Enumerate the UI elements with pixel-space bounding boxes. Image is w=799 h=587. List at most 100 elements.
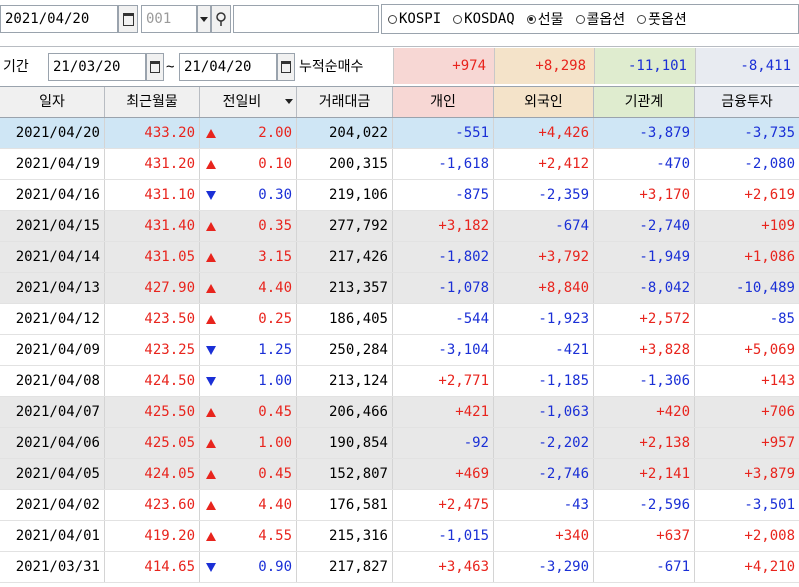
cell-foreign: -1,185 [494, 366, 594, 396]
market-radio-2[interactable]: 선물 [526, 9, 564, 29]
radio-dot-icon[interactable] [526, 14, 536, 24]
table-row[interactable]: 2021/04/09 423.25 1.25 250,284 -3,104 -421 +3,… [0, 335, 799, 366]
radio-dot-icon[interactable] [575, 14, 585, 24]
cell-date: 2021/04/14 [0, 242, 105, 272]
cell-foreign: -1,923 [494, 304, 594, 334]
col-institution-header[interactable]: 기관계 [594, 87, 695, 117]
cell-finance: +109 [761, 218, 795, 234]
cell-finance: +3,879 [744, 466, 795, 482]
change-value: 0.10 [258, 156, 292, 172]
cell-change: 1.00 [200, 366, 297, 396]
up-triangle-icon [206, 500, 216, 510]
cell-date: 2021/04/12 [0, 304, 105, 334]
cell-institution: -3,879 [594, 118, 695, 148]
cell-institution: -470 [594, 149, 695, 179]
from-calendar-button[interactable] [146, 53, 164, 81]
cell-individual: -551 [393, 118, 494, 148]
change-value: 0.45 [258, 404, 292, 420]
sum-individual: +974 [393, 48, 494, 84]
table-row[interactable]: 2021/04/05 424.05 0.45 152,807 +469 -2,746 +2,… [0, 459, 799, 490]
table-row[interactable]: 2021/03/31 414.65 0.90 217,827 +3,463 -3,290-… [0, 552, 799, 583]
change-value: 3.15 [258, 249, 292, 265]
cell-price: 423.60 [105, 490, 200, 520]
up-triangle-icon [206, 159, 216, 169]
col-individual-header[interactable]: 개인 [393, 87, 494, 117]
divider [0, 46, 799, 47]
col-foreign-header[interactable]: 외국인 [494, 87, 594, 117]
period-from-input[interactable]: 21/03/20 [48, 53, 146, 81]
col-change-header[interactable]: 전일비 [200, 87, 297, 117]
market-radio-label: 콜옵션 [586, 12, 626, 28]
up-triangle-icon [206, 469, 216, 479]
sum-institution: -11,101 [594, 48, 695, 84]
cell-finance: +143 [761, 373, 795, 389]
search-button[interactable] [211, 5, 231, 33]
market-radio-label: 풋옵션 [648, 12, 687, 28]
table-body: 2021/04/20 433.20 2.00 204,022 -551 +4,426 -3,… [0, 118, 799, 583]
search-input[interactable] [233, 5, 379, 33]
table-row[interactable]: 2021/04/20 433.20 2.00 204,022 -551 +4,426 -3,… [0, 118, 799, 149]
radio-dot-icon[interactable] [637, 14, 647, 24]
cell-price: 423.25 [105, 335, 200, 365]
market-radio-label: 선물 [537, 12, 564, 28]
cell-volume: 215,316 [297, 521, 393, 551]
table-row[interactable]: 2021/04/07 425.50 0.45 206,466 +421 -1,063 +42… [0, 397, 799, 428]
cell-institution: -8,042 [594, 273, 695, 303]
col-date-header[interactable]: 일자 [0, 87, 105, 117]
cell-date: 2021/04/15 [0, 211, 105, 241]
cell-change: 0.25 [200, 304, 297, 334]
table-row[interactable]: 2021/04/16 431.10 0.30 219,106 -875 -2,359 +3,… [0, 180, 799, 211]
cell-institution: +420 [594, 397, 695, 427]
cell-date: 2021/04/07 [0, 397, 105, 427]
cell-finance: -85 [769, 311, 795, 327]
code-dropdown-button[interactable] [197, 5, 211, 33]
table-row[interactable]: 2021/04/14 431.05 3.15 217,426 -1,802 +3,792-… [0, 242, 799, 273]
cell-volume: 204,022 [297, 118, 393, 148]
table-row[interactable]: 2021/04/12 423.50 0.25 186,405 -544 -1,923 +2,… [0, 304, 799, 335]
market-radio-4[interactable]: 풋옵션 [637, 9, 687, 29]
col-volume-header[interactable]: 거래대금 [297, 87, 393, 117]
change-value: 1.00 [258, 373, 292, 389]
table-row[interactable]: 2021/04/02 423.60 4.40 176,581 +2,475 -43 -2,5… [0, 490, 799, 521]
market-radio-1[interactable]: KOSDAQ [453, 11, 515, 27]
table-row[interactable]: 2021/04/08 424.50 1.00 213,124 +2,771 -1,185-… [0, 366, 799, 397]
cell-individual: -1,802 [393, 242, 494, 272]
period-to-input[interactable]: 21/04/20 [179, 53, 277, 81]
cell-price: 424.50 [105, 366, 200, 396]
table-row[interactable]: 2021/04/19 431.20 0.10 200,315 -1,618 +2,412-… [0, 149, 799, 180]
cell-foreign: -2,746 [494, 459, 594, 489]
change-value: 0.45 [258, 466, 292, 482]
cell-change: 3.15 [200, 242, 297, 272]
table-row[interactable]: 2021/04/01 419.20 4.55 215,316 -1,015 +340 +63… [0, 521, 799, 552]
radio-dot-icon[interactable] [453, 14, 463, 24]
table-row[interactable]: 2021/04/06 425.05 1.00 190,854 -92 -2,202 +2,1… [0, 428, 799, 459]
date-input[interactable]: 2021/04/20 [0, 5, 118, 33]
dropdown-arrow-icon[interactable] [285, 99, 293, 104]
col-price-header[interactable]: 최근월물 [105, 87, 200, 117]
market-radio-0[interactable]: KOSPI [388, 11, 441, 27]
cell-change: 1.25 [200, 335, 297, 365]
cell-finance: -10,489 [735, 280, 795, 296]
cell-foreign: -43 [494, 490, 594, 520]
table-row[interactable]: 2021/04/13 427.90 4.40 213,357 -1,078 +8,840-… [0, 273, 799, 304]
market-radio-3[interactable]: 콜옵션 [575, 9, 626, 29]
sum-finance: -8,411 [695, 48, 799, 84]
radio-dot-icon[interactable] [388, 14, 397, 24]
down-triangle-icon [206, 190, 216, 200]
period-label: 기간 [3, 59, 29, 75]
cell-volume: 217,827 [297, 552, 393, 582]
code-input[interactable]: 001 [141, 5, 197, 33]
cell-date: 2021/04/01 [0, 521, 105, 551]
down-triangle-icon [206, 562, 216, 572]
cell-finance: +2,008 [744, 528, 795, 544]
cell-individual: -92 [393, 428, 494, 458]
table-row[interactable]: 2021/04/15 431.40 0.35 277,792 +3,182 -674 -2,… [0, 211, 799, 242]
cell-foreign: -421 [494, 335, 594, 365]
change-value: 1.00 [258, 435, 292, 451]
to-calendar-button[interactable] [277, 53, 295, 81]
col-finance-header[interactable]: 금융투자 [695, 87, 799, 117]
cell-finance: +4,210 [744, 559, 795, 575]
cell-price: 431.05 [105, 242, 200, 272]
calendar-button[interactable] [118, 5, 138, 33]
cell-change: 0.10 [200, 149, 297, 179]
